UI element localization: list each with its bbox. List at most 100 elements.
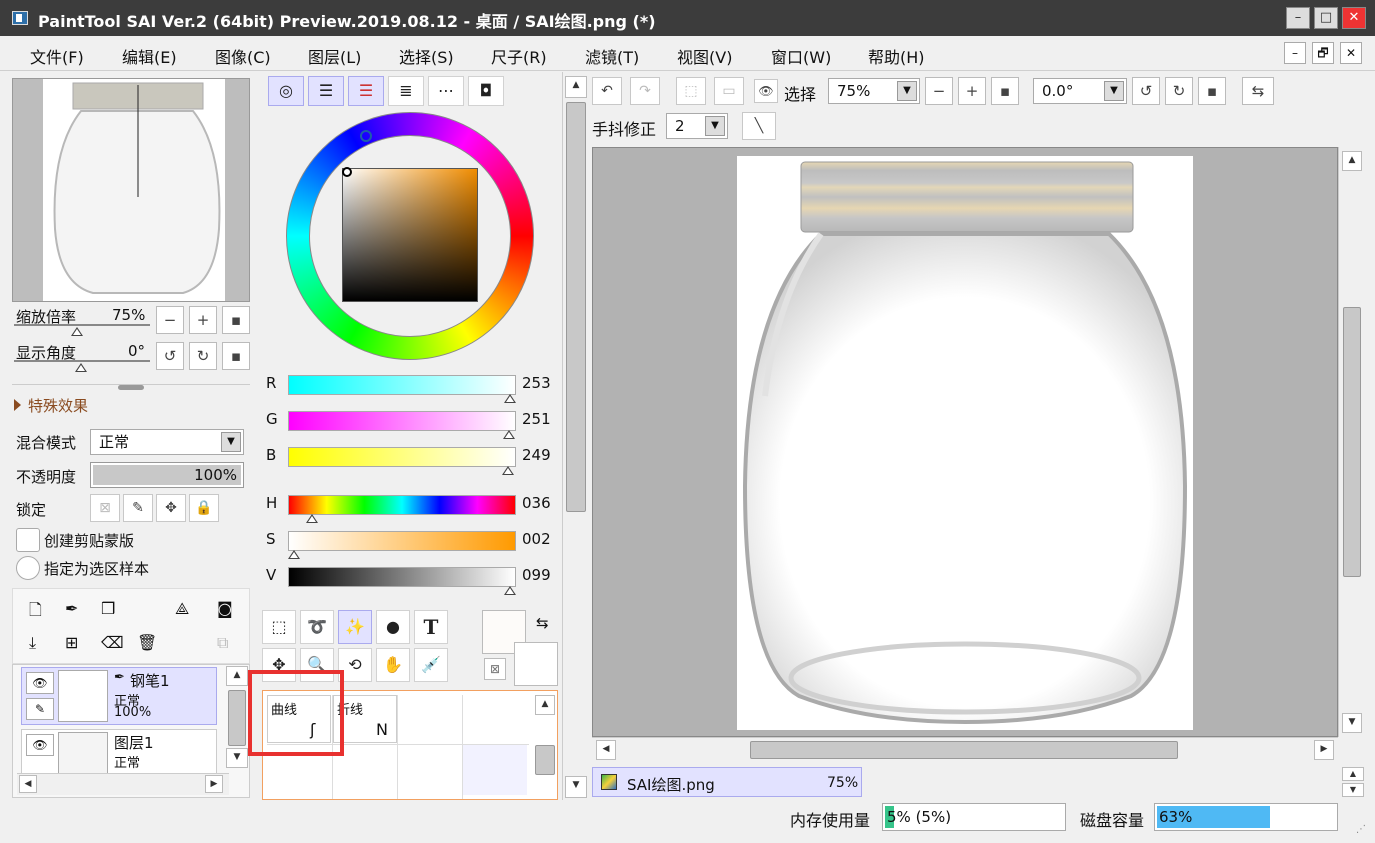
menu-select[interactable]: 选择(S) <box>399 44 454 68</box>
color-wheel-tab[interactable]: ◎ <box>268 76 304 106</box>
canvas-rotate-left-button[interactable]: ↺ <box>1132 77 1160 105</box>
rotate-right-button[interactable]: ↻ <box>189 342 217 370</box>
doc-restore-button[interactable]: 🗗 <box>1312 42 1334 64</box>
minimize-button[interactable]: – <box>1286 7 1310 29</box>
background-color-swatch[interactable] <box>514 642 558 686</box>
canvas-zoom-reset-button[interactable]: ▪ <box>991 77 1019 105</box>
canvas-scroll-left[interactable]: ◀ <box>596 740 616 760</box>
eye-icon[interactable]: 👁 <box>26 734 54 756</box>
clipping-mask-checkbox[interactable] <box>16 528 40 552</box>
document-tab[interactable]: SAI绘图.png 75% <box>592 767 862 797</box>
canvas-rotate-right-button[interactable]: ↻ <box>1165 77 1193 105</box>
show-selection-eye-icon[interactable]: 👁 <box>754 79 778 103</box>
canvas-zoom-in-button[interactable]: + <box>958 77 986 105</box>
s-slider-handle[interactable] <box>288 550 300 559</box>
v-slider-handle[interactable] <box>504 586 516 595</box>
flip-horizontal-icon[interactable]: ⇆ <box>1242 77 1274 105</box>
zoom-out-button[interactable]: − <box>156 306 184 334</box>
layer-scroll-thumb[interactable] <box>228 690 246 746</box>
doc-minimize-button[interactable]: – <box>1284 42 1306 64</box>
close-button[interactable]: ✕ <box>1342 7 1366 29</box>
canvas-angle-reset-button[interactable]: ▪ <box>1198 77 1226 105</box>
navigator-preview[interactable] <box>12 78 250 302</box>
menu-filter[interactable]: 滤镜(T) <box>585 44 639 68</box>
swatch-tab[interactable]: ≣ <box>388 76 424 106</box>
canvas-scroll-right[interactable]: ▶ <box>1314 740 1334 760</box>
h-slider-handle[interactable] <box>306 514 318 523</box>
magic-wand-icon[interactable]: ✨ <box>338 610 372 644</box>
line-tool-icon[interactable]: ╲ <box>742 112 776 140</box>
lasso-icon[interactable]: ➰ <box>300 610 334 644</box>
menu-help[interactable]: 帮助(H) <box>868 44 925 68</box>
lock-move-icon[interactable]: ✥ <box>156 494 186 522</box>
canvas-zoom-out-button[interactable]: − <box>925 77 953 105</box>
rotate-left-button[interactable]: ↺ <box>156 342 184 370</box>
menu-file[interactable]: 文件(F) <box>30 44 84 68</box>
canvas-hscroll-thumb[interactable] <box>750 741 1178 759</box>
g-slider-handle[interactable] <box>503 430 515 439</box>
rgb-slider-tab[interactable]: ☰ <box>308 76 344 106</box>
menu-window[interactable]: 窗口(W) <box>771 44 831 68</box>
menu-edit[interactable]: 编辑(E) <box>122 44 177 68</box>
menu-image[interactable]: 图像(C) <box>215 44 271 68</box>
canvas-area[interactable] <box>592 147 1338 737</box>
zoom-slider-track[interactable] <box>14 324 150 326</box>
h-slider[interactable] <box>288 495 516 515</box>
swap-colors-icon[interactable]: ⇆ <box>536 614 549 632</box>
eyedropper-icon[interactable]: 💉 <box>414 648 448 682</box>
menu-ruler[interactable]: 尺子(R) <box>491 44 547 68</box>
pen-grid-scroll-thumb[interactable] <box>535 745 555 775</box>
trash-icon[interactable]: 🗑 <box>137 633 157 652</box>
deselect-icon[interactable]: ⬚ <box>676 77 706 105</box>
rect-select-icon[interactable]: ⬚ <box>262 610 296 644</box>
pen-grid-scroll-up[interactable]: ▲ <box>535 695 555 715</box>
new-set-icon[interactable]: ❒ <box>101 599 115 618</box>
canvas-scroll-down[interactable]: ▼ <box>1342 713 1362 733</box>
resize-grip-icon[interactable]: ⋰ <box>1356 824 1366 835</box>
undo-icon[interactable]: ↶ <box>592 77 622 105</box>
doc-close-button[interactable]: ✕ <box>1340 42 1362 64</box>
scratchpad-tab[interactable]: ◘ <box>468 76 504 106</box>
copy-layer-icon[interactable]: ⧉ <box>217 633 228 653</box>
invert-select-icon[interactable]: ▭ <box>714 77 744 105</box>
stabilizer-select[interactable]: 2 ▼ <box>666 113 728 139</box>
pen-icon[interactable]: ✎ <box>26 698 54 720</box>
transparent-color-icon[interactable]: ⊠ <box>484 658 506 680</box>
zoom-reset-button[interactable]: ▪ <box>222 306 250 334</box>
layer-row[interactable]: 👁 ✎ ✒ 钢笔1 正常 100% <box>21 667 217 725</box>
menu-view[interactable]: 视图(V) <box>677 44 732 68</box>
v-slider[interactable] <box>288 567 516 587</box>
sv-square[interactable] <box>342 168 478 302</box>
blend-mode-select[interactable]: 正常 ▼ <box>90 429 244 455</box>
mixer-tab[interactable]: ⋯ <box>428 76 464 106</box>
hand-icon[interactable]: ✋ <box>376 648 410 682</box>
hue-marker[interactable] <box>360 130 372 142</box>
canvas-vscroll-thumb[interactable] <box>1343 307 1361 577</box>
new-layer-icon[interactable]: 🗋 <box>29 599 42 626</box>
maximize-button[interactable]: □ <box>1314 7 1338 29</box>
clear-layer-icon[interactable]: ⌫ <box>101 633 124 652</box>
redo-icon[interactable]: ↷ <box>630 77 660 105</box>
mask-icon[interactable]: ◙ <box>217 599 233 618</box>
b-slider-handle[interactable] <box>502 466 514 475</box>
layer-scroll-right[interactable]: ▶ <box>205 775 223 793</box>
color-scroll-down[interactable]: ▼ <box>565 776 587 798</box>
shape-icon[interactable]: ● <box>376 610 410 644</box>
new-pen-layer-icon[interactable]: ✒ <box>65 599 78 618</box>
angle-slider-handle[interactable] <box>75 363 87 372</box>
color-scroll-up[interactable]: ▲ <box>565 76 587 98</box>
tab-scroll-down[interactable]: ▼ <box>1342 783 1364 797</box>
layer-scroll-left[interactable]: ◀ <box>19 775 37 793</box>
tab-scroll-up[interactable]: ▲ <box>1342 767 1364 781</box>
expand-arrow-icon[interactable] <box>14 399 21 411</box>
angle-reset-button[interactable]: ▪ <box>222 342 250 370</box>
s-slider[interactable] <box>288 531 516 551</box>
canvas-angle-select[interactable]: 0.0° ▼ <box>1033 78 1127 104</box>
sv-marker[interactable] <box>342 167 352 177</box>
canvas-zoom-select[interactable]: 75% ▼ <box>828 78 920 104</box>
hsv-slider-tab[interactable]: ☰ <box>348 76 384 106</box>
layer-scroll-down[interactable]: ▼ <box>226 748 248 768</box>
merge-down-icon[interactable]: ⤓ <box>29 633 36 653</box>
lock-paint-icon[interactable]: ✎ <box>123 494 153 522</box>
lock-all-icon[interactable]: 🔒 <box>189 494 219 522</box>
